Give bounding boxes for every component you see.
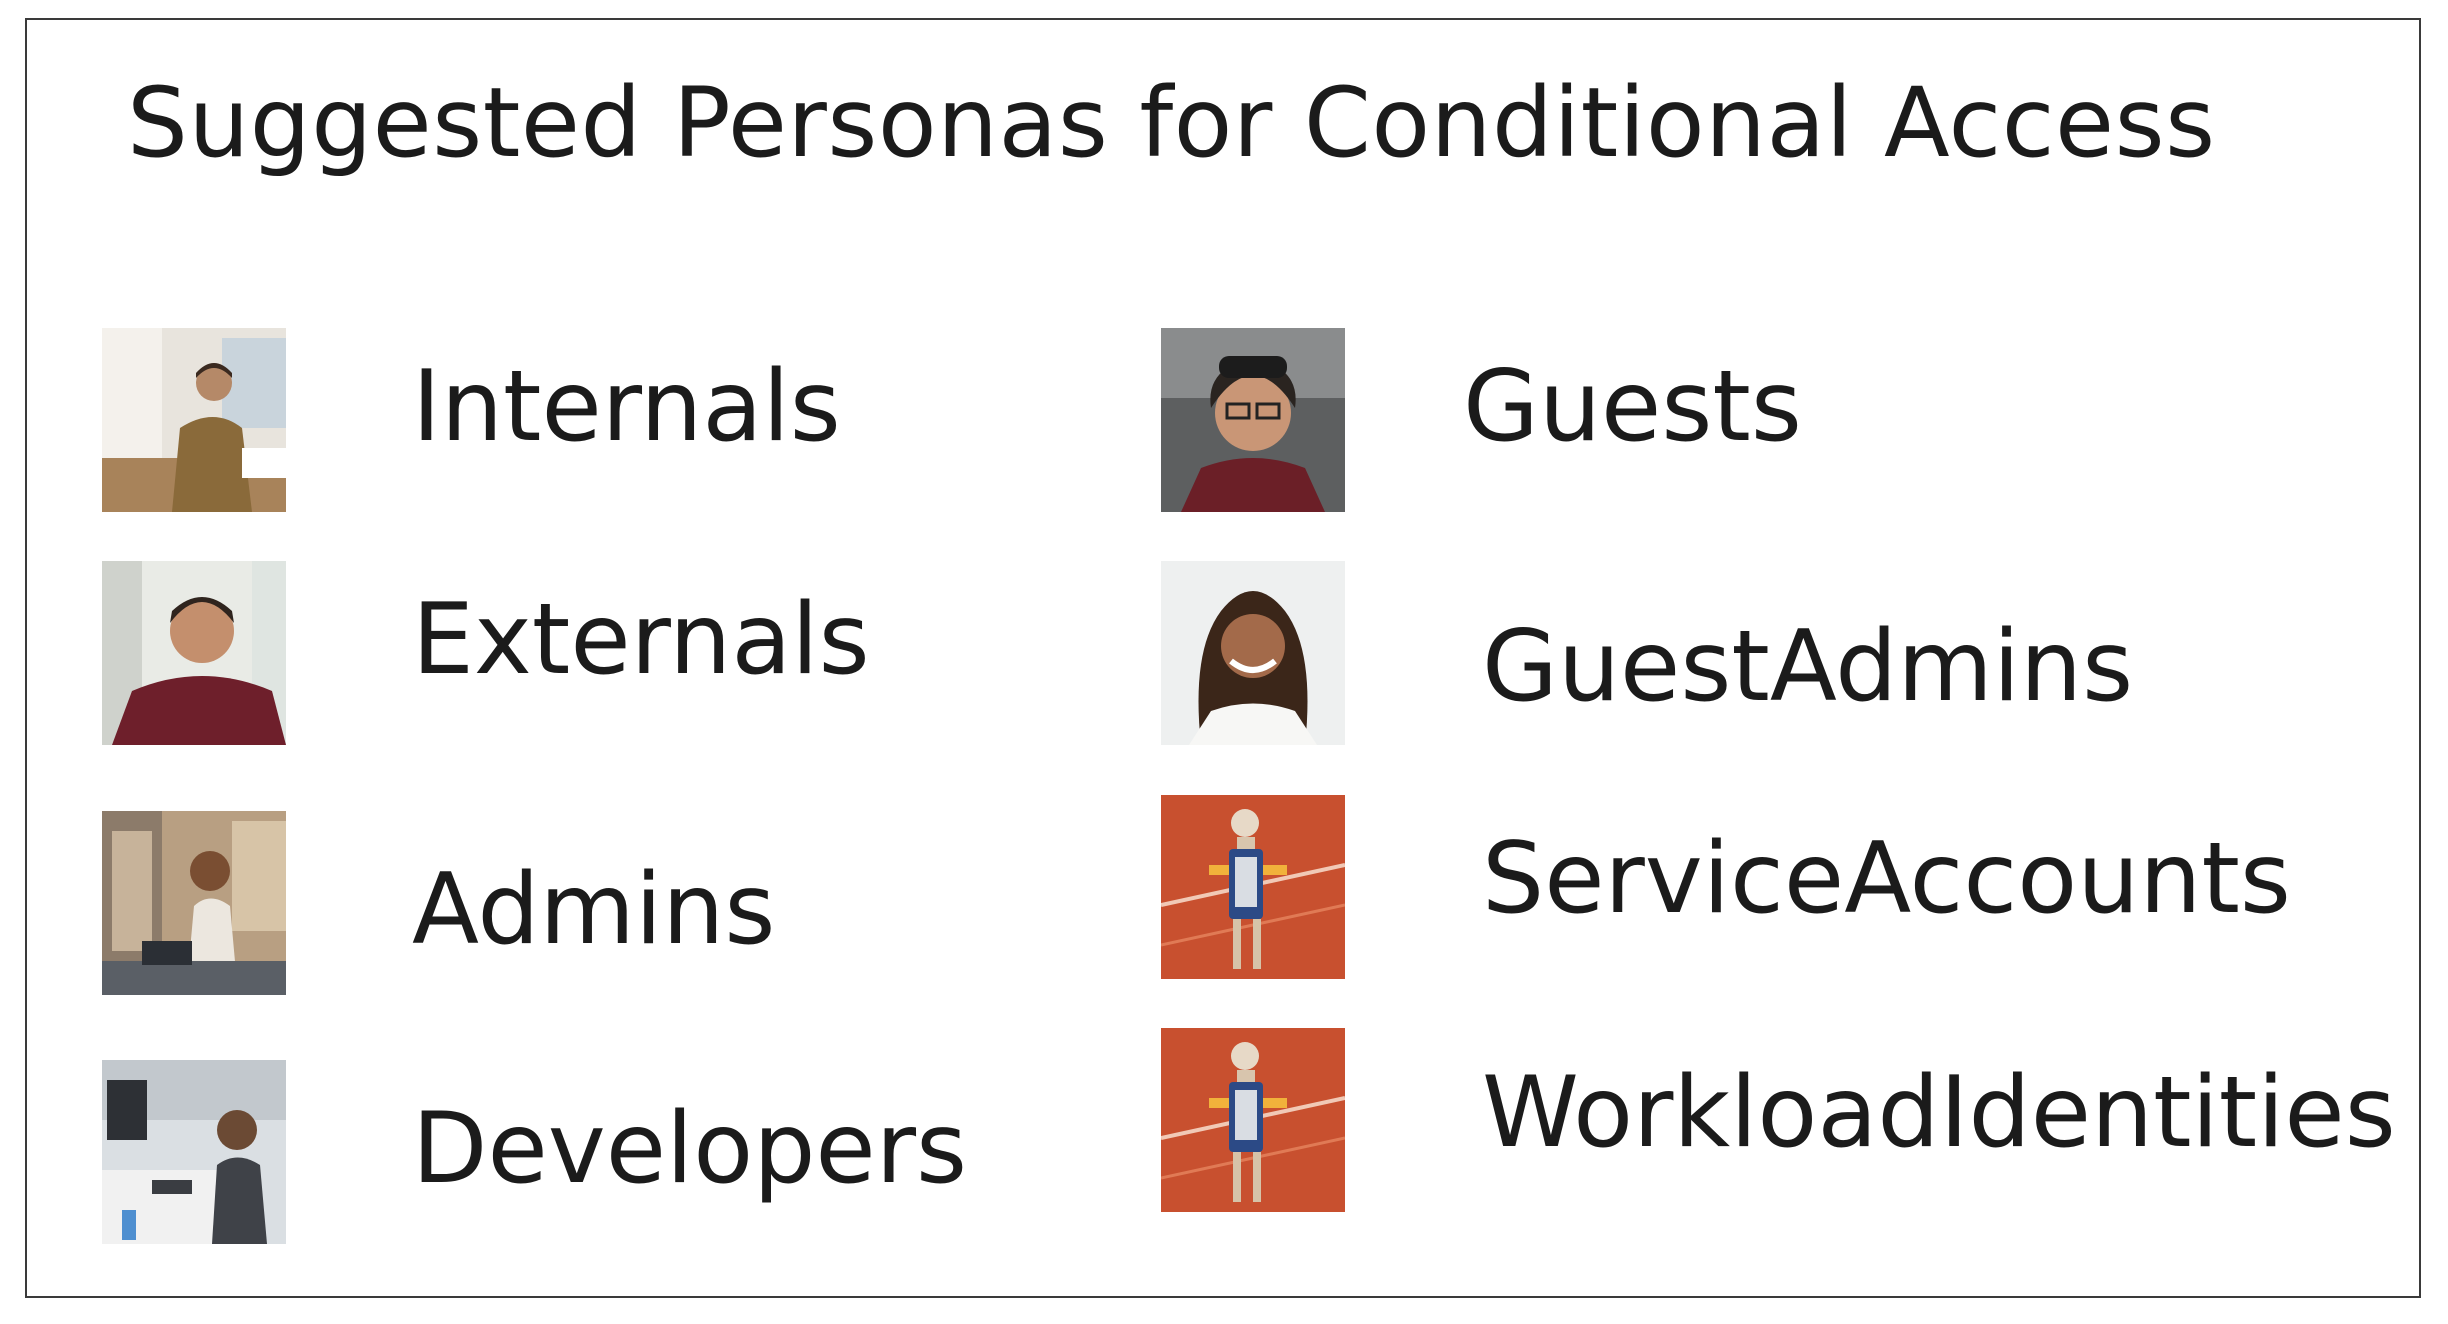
persona-label-guests: Guests xyxy=(1463,350,1802,464)
guestadmins-photo-icon xyxy=(1161,561,1345,745)
guests-photo-icon xyxy=(1161,328,1345,512)
slide-title: Suggested Personas for Conditional Acces… xyxy=(127,67,2216,179)
slide-frame: Suggested Personas for Conditional Acces… xyxy=(25,18,2421,1298)
persona-label-internals: Internals xyxy=(412,350,841,464)
serviceaccounts-robot-icon xyxy=(1161,795,1345,979)
persona-label-guestadmins: GuestAdmins xyxy=(1482,610,2134,724)
internals-photo-icon xyxy=(102,328,286,512)
persona-label-serviceaccounts: ServiceAccounts xyxy=(1482,822,2291,936)
persona-label-developers: Developers xyxy=(412,1092,968,1206)
developers-photo-icon xyxy=(102,1060,286,1244)
admins-photo-icon xyxy=(102,811,286,995)
persona-label-admins: Admins xyxy=(412,853,776,967)
externals-photo-icon xyxy=(102,561,286,745)
persona-label-workloadidentities: WorkloadIdentities xyxy=(1482,1056,2396,1170)
workloadidentities-robot-icon xyxy=(1161,1028,1345,1212)
persona-label-externals: Externals xyxy=(412,583,870,697)
